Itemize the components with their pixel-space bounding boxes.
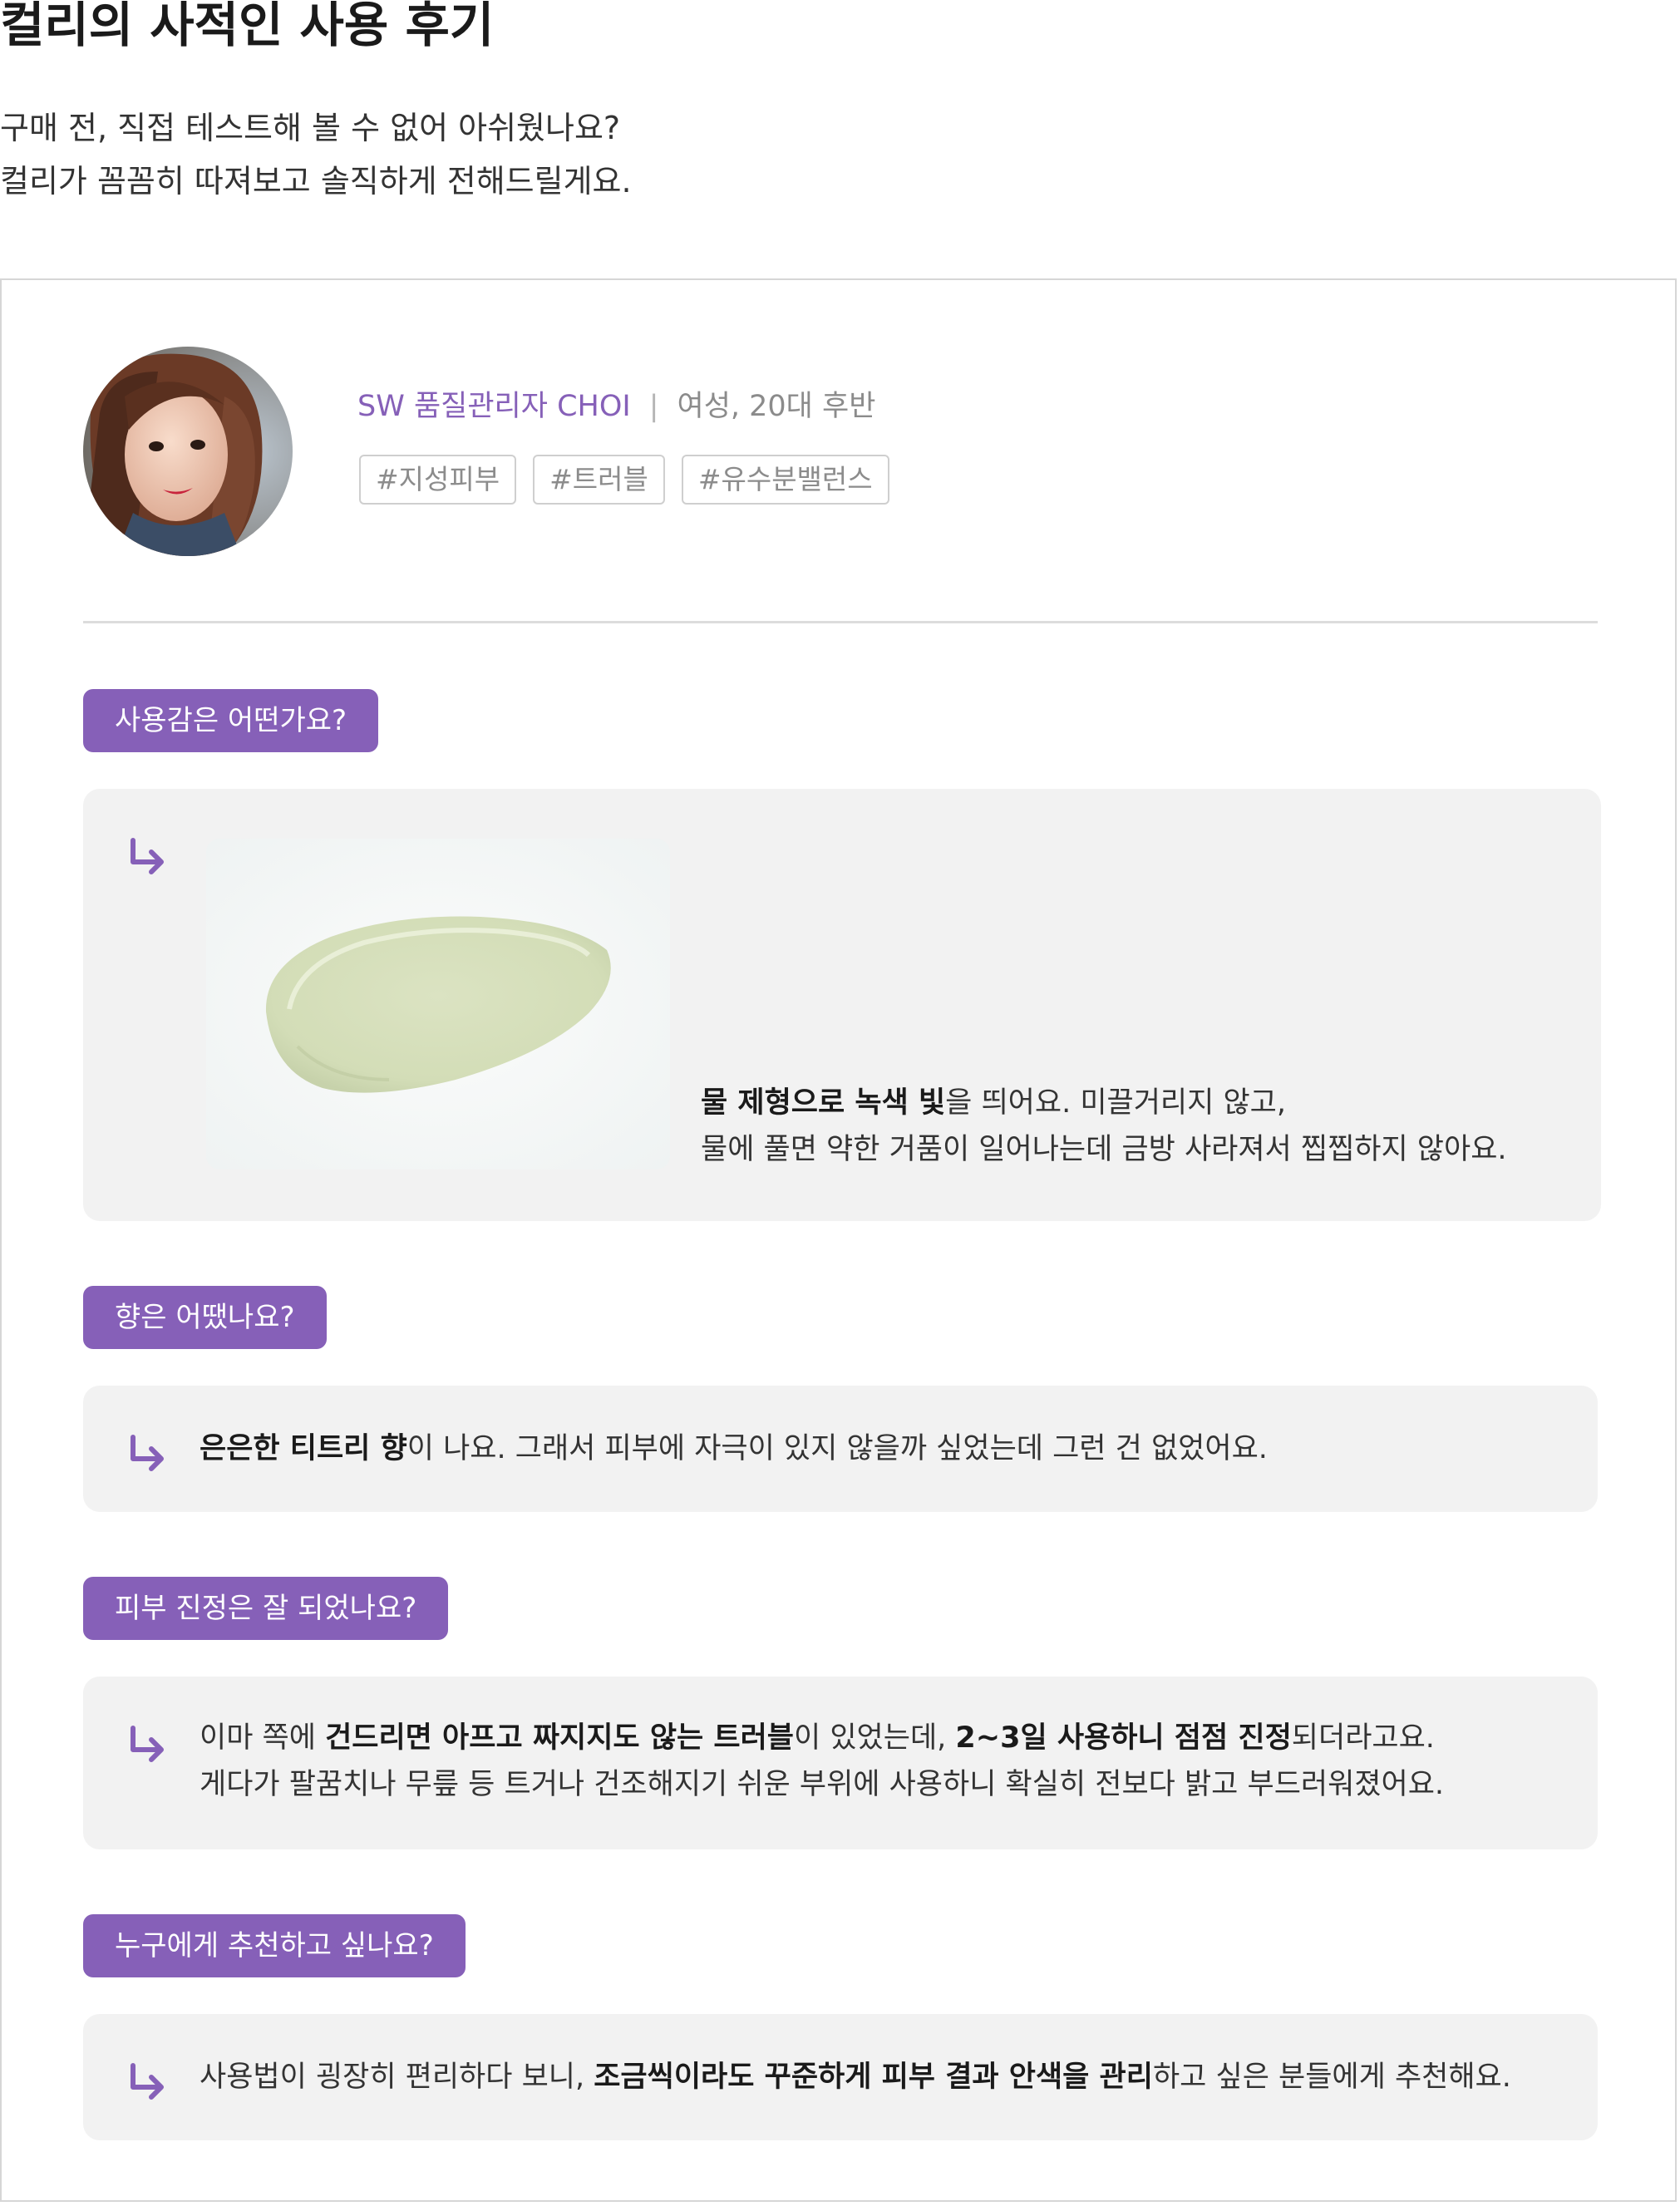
answer-span: 사용법이 굉장히 편리하다 보니, (200, 2061, 594, 2094)
intro-line: 구매 전, 직접 테스트해 볼 수 없어 아쉬웠나요? (0, 110, 621, 146)
answer-highlight: 물 제형으로 녹색 빛 (701, 1086, 946, 1120)
answer-text: 이마 쪽에 건드리면 아프고 짜지지도 않는 트러블이 있었는데, 2~3일 사… (200, 1715, 1444, 1808)
turn-down-right-arrow-icon (131, 2063, 164, 2100)
answer-box-texture: 물 제형으로 녹색 빛을 띄어요. 미끌거리지 않고, 물에 풀면 약한 거품이… (83, 789, 1601, 1221)
intro-text: 구매 전, 직접 테스트해 볼 수 없어 아쉬웠나요? 컬리가 꼼꼼히 따져보고… (0, 101, 632, 208)
answer-span: 이 있었는데, (794, 1721, 956, 1755)
answer-span: 하고 싶은 분들에게 추천해요. (1152, 2061, 1511, 2094)
answer-highlight: 은은한 티트리 향 (200, 1432, 407, 1465)
page-title: 컬리의 사적인 사용 후기 (0, 0, 495, 53)
answer-span: 이마 쪽에 (200, 1721, 326, 1755)
answer-line: 사용법이 굉장히 편리하다 보니, 조금씩이라도 꾸준하게 피부 결과 안색을 … (200, 2054, 1511, 2100)
answer-box-recommend: 사용법이 굉장히 편리하다 보니, 조금씩이라도 꾸준하게 피부 결과 안색을 … (83, 2014, 1598, 2140)
reviewer-photo-icon (83, 347, 293, 556)
answer-line: 은은한 티트리 향이 나요. 그래서 피부에 자극이 있지 않을까 싶었는데 그… (200, 1426, 1268, 1472)
answer-line: 물 제형으로 녹색 빛을 띄어요. 미끌거리지 않고, (701, 1080, 1507, 1126)
answer-box-scent: 은은한 티트리 향이 나요. 그래서 피부에 자극이 있지 않을까 싶었는데 그… (83, 1386, 1598, 1512)
answer-span: 이 나요. 그래서 피부에 자극이 있지 않을까 싶었는데 그런 건 없었어요. (406, 1432, 1268, 1465)
answer-highlight: 2~3일 사용하니 점점 진정 (955, 1721, 1292, 1755)
question-badge-scent: 향은 어땠나요? (83, 1286, 327, 1349)
answer-highlight: 조금씩이라도 꾸준하게 피부 결과 안색을 관리 (594, 2061, 1153, 2094)
avatar (83, 347, 293, 556)
answer-highlight: 건드리면 아프고 짜지지도 않는 트러블 (325, 1721, 795, 1755)
answer-text: 물 제형으로 녹색 빛을 띄어요. 미끌거리지 않고, 물에 풀면 약한 거품이… (701, 1080, 1507, 1173)
turn-down-right-arrow-icon (131, 1435, 164, 1471)
answer-box-soothing: 이마 쪽에 건드리면 아프고 짜지지도 않는 트러블이 있었는데, 2~3일 사… (83, 1677, 1598, 1849)
divider (83, 621, 1598, 623)
answer-text: 사용법이 굉장히 편리하다 보니, 조금씩이라도 꾸준하게 피부 결과 안색을 … (200, 2054, 1511, 2100)
answer-span: 물에 풀면 약한 거품이 일어나는데 금방 사라져서 찝찝하지 않아요. (701, 1133, 1507, 1166)
answer-span: 되더라고요. (1291, 1721, 1435, 1755)
product-texture-swatch-icon (206, 839, 670, 1169)
reviewer-role: SW 품질관리자 CHOI (357, 390, 631, 423)
meta-separator: | (648, 390, 659, 423)
answer-line: 물에 풀면 약한 거품이 일어나는데 금방 사라져서 찝찝하지 않아요. (701, 1126, 1507, 1173)
answer-line: 이마 쪽에 건드리면 아프고 짜지지도 않는 트러블이 있었는데, 2~3일 사… (200, 1715, 1444, 1761)
tag-list: #지성피부 #트러블 #유수분밸런스 (359, 455, 889, 505)
reviewer-demographic: 여성, 20대 후반 (677, 390, 876, 423)
question-badge-soothing: 피부 진정은 잘 되었나요? (83, 1577, 449, 1640)
texture-image (206, 839, 670, 1169)
question-badge-recommend: 누구에게 추천하고 싶나요? (83, 1914, 466, 1977)
answer-text: 은은한 티트리 향이 나요. 그래서 피부에 자극이 있지 않을까 싶었는데 그… (200, 1426, 1268, 1472)
reviewer-meta: SW 품질관리자 CHOI | 여성, 20대 후반 (357, 388, 875, 425)
turn-down-right-arrow-icon (131, 838, 164, 874)
review-card: SW 품질관리자 CHOI | 여성, 20대 후반 #지성피부 #트러블 #유수분… (0, 278, 1677, 2202)
tag-item: #트러블 (533, 455, 665, 505)
intro-line: 컬리가 꼼꼼히 따져보고 솔직하게 전해드릴게요. (0, 163, 632, 199)
question-badge-texture: 사용감은 어떤가요? (83, 689, 379, 752)
turn-down-right-arrow-icon (131, 1726, 164, 1762)
answer-span: 을 띄어요. 미끌거리지 않고, (945, 1086, 1286, 1120)
answer-span: 게다가 팔꿈치나 무릎 등 트거나 건조해지기 쉬운 부위에 사용하니 확실히 … (200, 1768, 1445, 1801)
tag-item: #유수분밸런스 (681, 455, 889, 505)
tag-item: #지성피부 (359, 455, 517, 505)
answer-line: 게다가 팔꿈치나 무릎 등 트거나 건조해지기 쉬운 부위에 사용하니 확실히 … (200, 1761, 1444, 1808)
